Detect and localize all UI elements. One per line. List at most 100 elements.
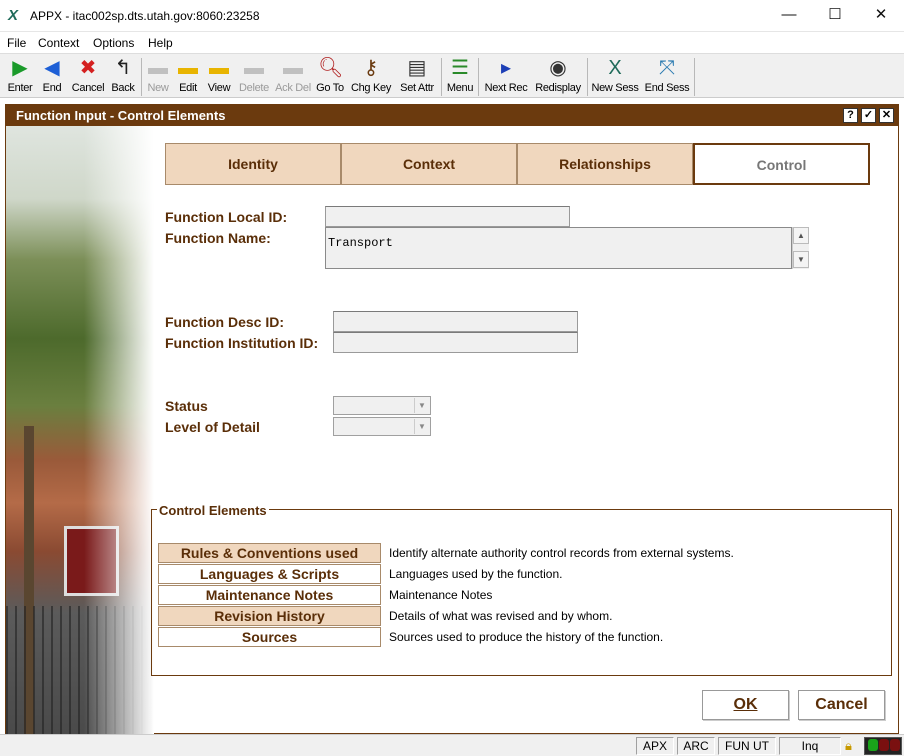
indicator-light-red — [890, 739, 900, 751]
level-of-detail-select[interactable]: ▼ — [333, 417, 431, 436]
function-name-label: Function Name: — [165, 230, 271, 246]
toolbar-next-rec-button[interactable]: ▸ Next Rec — [482, 56, 530, 98]
ok-button[interactable]: OK — [702, 690, 789, 720]
scroll-up-icon[interactable]: ▲ — [793, 227, 809, 244]
toolbar-view-button[interactable]: ▬ View — [205, 56, 233, 98]
photo-fade — [84, 126, 154, 734]
minimize-button[interactable]: — — [766, 0, 812, 32]
revision-history-button[interactable]: Revision History — [158, 606, 381, 626]
status-bar: APX ARC FUN UT Inq 🔒︎ — [0, 734, 904, 756]
function-institution-id-label: Function Institution ID: — [165, 335, 319, 351]
menu-options[interactable]: Options — [93, 36, 134, 50]
delete-icon: ▬ — [244, 57, 264, 79]
dialog-close-button[interactable]: ✕ — [879, 108, 894, 123]
chevron-down-icon: ▼ — [414, 419, 429, 434]
function-name-scrollbar[interactable]: ▲ ▼ — [792, 227, 809, 269]
dialog-accept-button[interactable]: ✓ — [861, 108, 876, 123]
chevron-down-icon: ▼ — [414, 398, 429, 413]
languages-scripts-desc: Languages used by the function. — [389, 567, 563, 581]
toolbar-separator — [587, 58, 588, 96]
dialog-title-bar: Function Input - Control Elements — [6, 105, 898, 126]
menu-file[interactable]: File — [7, 36, 26, 50]
maximize-button[interactable]: ☐ — [812, 0, 858, 32]
function-name-field[interactable]: Transport — [325, 227, 792, 269]
toolbar-enter-button[interactable]: ▶ Enter — [5, 56, 35, 98]
tab-identity[interactable]: Identity — [165, 143, 341, 185]
decorative-building-photo — [6, 126, 154, 734]
function-input-dialog: Function Input - Control Elements ? ✓ ✕ … — [5, 104, 899, 734]
tab-relationships[interactable]: Relationships — [517, 143, 693, 185]
toolbar-redisplay-button[interactable]: ◉ Redisplay — [533, 56, 583, 98]
dialog-title: Function Input - Control Elements — [16, 108, 226, 123]
cancel-button[interactable]: Cancel — [798, 690, 885, 720]
toolbar-separator — [141, 58, 142, 96]
toolbar: ▶ Enter ◀ End ✖ Cancel ↰ Back ▬ New ▬ Edit ▬ Vi… — [0, 53, 904, 98]
revision-history-desc: Details of what was revised and by whom. — [389, 609, 613, 623]
tab-context[interactable]: Context — [341, 143, 517, 185]
status-cell-arc: ARC — [677, 737, 715, 755]
rules-conventions-button[interactable]: Rules & Conventions used — [158, 543, 381, 563]
back-icon: ↰ — [114, 57, 132, 79]
toolbar-delete-button[interactable]: ▬ Delete — [236, 56, 272, 98]
toolbar-menu-button[interactable]: ☰ Menu — [445, 56, 475, 98]
goto-magnifier-icon: 🔍︎ — [318, 57, 344, 79]
toolbar-end-session-button[interactable]: ⤧ End Sess — [643, 56, 691, 98]
enter-icon: ▶ — [12, 57, 28, 79]
function-desc-id-label: Function Desc ID: — [165, 314, 285, 330]
dialog-help-button[interactable]: ? — [843, 108, 858, 123]
toolbar-goto-button[interactable]: 🔍︎ Go To — [314, 56, 346, 98]
function-institution-id-field[interactable] — [333, 332, 578, 353]
toolbar-back-button[interactable]: ↰ Back — [108, 56, 138, 98]
padlock-icon: 🔒︎ — [845, 738, 852, 753]
menu-context[interactable]: Context — [38, 36, 79, 50]
set-attributes-icon: ▤ — [407, 57, 427, 79]
level-of-detail-label: Level of Detail — [165, 419, 260, 435]
menu-help[interactable]: Help — [148, 36, 173, 50]
window-title-bar: X APPX - itac002sp.dts.utah.gov:8060:232… — [0, 0, 904, 32]
appx-x-icon: X — [8, 7, 19, 24]
toolbar-end-button[interactable]: ◀ End — [38, 56, 66, 98]
languages-scripts-button[interactable]: Languages & Scripts — [158, 564, 381, 584]
menu-icon: ☰ — [451, 57, 469, 79]
toolbar-new-session-button[interactable]: X New Sess — [590, 56, 640, 98]
end-icon: ◀ — [44, 57, 60, 79]
status-cell-apx: APX — [636, 737, 674, 755]
maintenance-notes-button[interactable]: Maintenance Notes — [158, 585, 381, 605]
view-icon: ▬ — [209, 57, 229, 79]
window-title: APPX - itac002sp.dts.utah.gov:8060:23258 — [30, 9, 260, 23]
new-icon: ▬ — [148, 57, 168, 79]
cancel-icon: ✖ — [79, 57, 97, 79]
function-local-id-label: Function Local ID: — [165, 209, 288, 225]
indicator-light-red — [879, 739, 889, 751]
toolbar-separator — [478, 58, 479, 96]
toolbar-set-attr-button[interactable]: ▤ Set Attr — [396, 56, 438, 98]
toolbar-cancel-button[interactable]: ✖ Cancel — [70, 56, 106, 98]
rules-conventions-desc: Identify alternate authority control rec… — [389, 546, 734, 560]
function-desc-id-field[interactable] — [333, 311, 578, 332]
status-label: Status — [165, 398, 208, 414]
maintenance-notes-desc: Maintenance Notes — [389, 588, 493, 602]
control-elements-label: Control Elements — [157, 503, 269, 518]
toolbar-edit-button[interactable]: ▬ Edit — [174, 56, 202, 98]
scroll-down-icon[interactable]: ▼ — [793, 251, 809, 268]
redisplay-icon: ◉ — [549, 57, 567, 79]
toolbar-separator — [441, 58, 442, 96]
tab-control[interactable]: Control — [693, 143, 870, 185]
status-cell-fun-ut: FUN UT — [718, 737, 776, 755]
status-select[interactable]: ▼ — [333, 396, 431, 415]
next-record-icon: ▸ — [500, 57, 512, 79]
new-session-icon: X — [608, 57, 622, 79]
toolbar-new-button[interactable]: ▬ New — [144, 56, 172, 98]
close-window-button[interactable]: ✕ — [858, 0, 904, 32]
sources-desc: Sources used to produce the history of t… — [389, 630, 664, 644]
toolbar-separator — [694, 58, 695, 96]
status-cell-mode: Inq — [779, 737, 841, 755]
ack-delete-icon: ▬ — [283, 57, 303, 79]
toolbar-change-key-button[interactable]: ⚷ Chg Key — [349, 56, 393, 98]
menu-bar: File Context Options Help — [0, 33, 904, 53]
sources-button[interactable]: Sources — [158, 627, 381, 647]
function-local-id-field[interactable] — [325, 206, 570, 227]
indicator-light-green — [868, 739, 878, 751]
end-session-icon: ⤧ — [659, 57, 675, 79]
toolbar-ack-delete-button[interactable]: ▬ Ack Del — [274, 56, 312, 98]
